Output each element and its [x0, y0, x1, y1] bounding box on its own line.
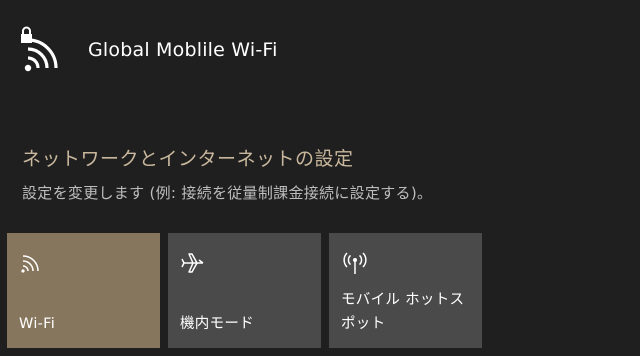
network-item[interactable]: Global Moblile Wi-Fi [18, 22, 278, 78]
wifi-tile[interactable]: Wi-Fi [7, 233, 160, 348]
network-settings-description: 設定を変更します (例: 接続を従量制課金接続に設定する)。 [22, 184, 433, 202]
wifi-icon [19, 249, 47, 277]
network-flyout: Global Moblile Wi-Fi ネットワークとインターネットの設定 設… [0, 0, 640, 356]
wifi-tile-label: Wi-Fi [19, 316, 56, 332]
network-settings-link[interactable]: ネットワークとインターネットの設定 [22, 144, 354, 171]
airplane-mode-tile[interactable]: 機内モード [168, 233, 321, 348]
network-name: Global Moblile Wi-Fi [88, 39, 278, 61]
quick-action-tiles: Wi-Fi 機内モード モバイル ホットス ポット [7, 233, 482, 348]
mobile-hotspot-tile[interactable]: モバイル ホットス ポット [329, 233, 482, 348]
airplane-icon [180, 249, 208, 277]
hotspot-icon [341, 249, 369, 277]
wifi-locked-icon [18, 24, 68, 76]
airplane-mode-label: 機内モード [180, 316, 254, 332]
mobile-hotspot-label: モバイル ホットス ポット [341, 292, 465, 332]
